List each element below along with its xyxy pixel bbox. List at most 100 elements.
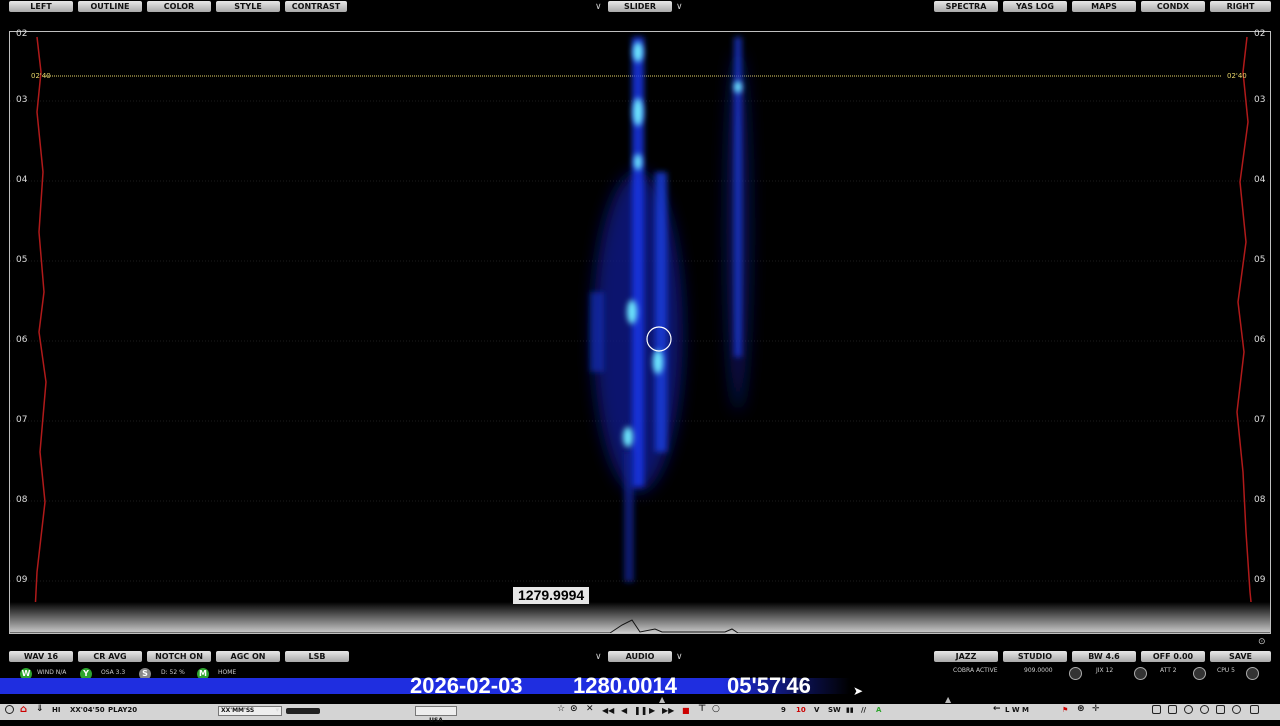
camera-icon[interactable] — [1200, 705, 1209, 714]
condx-button[interactable]: CONDX — [1141, 1, 1205, 12]
offset-button[interactable]: OFF 0.00 — [1141, 651, 1205, 662]
pointer-up-icon: ▲ — [945, 695, 952, 704]
wav-button[interactable]: WAV 16 — [9, 651, 73, 662]
readout-time: 05'57'46 — [727, 673, 811, 698]
lsb-button[interactable]: LSB — [285, 651, 349, 662]
audio-button[interactable]: AUDIO — [608, 651, 672, 662]
att-star-icon[interactable] — [1193, 667, 1206, 680]
fast-forward-icon[interactable]: ▶▶ — [662, 706, 674, 715]
slider-track[interactable] — [286, 708, 320, 714]
hi-label[interactable]: HI — [52, 706, 60, 714]
marker-label-left: 02'40 — [31, 72, 51, 80]
time-label-02-right: 02 — [1254, 29, 1266, 39]
cobra-knob-icon[interactable] — [1069, 667, 1082, 680]
time-label-03-right: 03 — [1254, 95, 1266, 105]
outline-button[interactable]: OUTLINE — [78, 1, 142, 12]
mail-icon[interactable] — [1152, 705, 1161, 714]
mode-v-icon[interactable]: V — [814, 706, 819, 714]
time-label-05: 05 — [16, 255, 28, 265]
corner-settings-icon[interactable]: ⊙ — [1258, 637, 1266, 647]
yas-log-button[interactable]: YAS LOG — [1003, 1, 1067, 12]
crosshair-icon[interactable]: ✛ — [1092, 704, 1100, 714]
jazz-button[interactable]: JAZZ — [934, 651, 998, 662]
marker-label-right: 02'40 — [1227, 72, 1247, 80]
window-icon[interactable] — [1168, 705, 1177, 714]
mode-9-icon[interactable]: 9 — [781, 706, 786, 714]
download-icon[interactable]: ⇓ — [36, 704, 44, 714]
m-status-text: HOME — [218, 669, 237, 676]
time-label-07: 07 — [16, 415, 28, 425]
studio-button[interactable]: STUDIO — [1003, 651, 1067, 662]
clock-readout: XX'04'50 — [70, 706, 105, 714]
waterfall-display[interactable] — [9, 31, 1271, 634]
play-icon[interactable]: ▶ — [649, 706, 655, 715]
slider-chevron-right-icon[interactable]: ∨ — [676, 2, 683, 12]
mode-10-icon[interactable]: 10 — [796, 706, 806, 714]
slider-chevron-left-icon[interactable]: ∨ — [595, 2, 602, 12]
color-button[interactable]: COLOR — [147, 1, 211, 12]
pause-icon[interactable]: ❚❚ — [634, 706, 647, 715]
audio-chevron-left-icon[interactable]: ∨ — [595, 652, 602, 662]
home-icon[interactable]: ⌂ — [20, 704, 27, 715]
mode-sw-icon[interactable]: SW — [828, 706, 841, 714]
frequency-tag: 1279.9994 — [513, 587, 590, 604]
time-label-08-right: 08 — [1254, 495, 1266, 505]
time-label-09: 09 — [16, 575, 28, 585]
time-label-06-right: 06 — [1254, 335, 1266, 345]
time-label-03: 03 — [16, 95, 28, 105]
flag-icon[interactable]: ⚑ — [1062, 706, 1068, 714]
antenna-icon[interactable]: ⊤ — [698, 704, 706, 714]
jix-knob-icon[interactable] — [1134, 667, 1147, 680]
stop-icon[interactable]: ■ — [682, 706, 690, 715]
contrast-button[interactable]: CONTRAST — [285, 1, 347, 12]
star-icon[interactable]: ☆ — [557, 704, 565, 714]
left-button[interactable]: LEFT — [9, 1, 73, 12]
mode-a-icon[interactable]: A — [876, 706, 881, 714]
notch-button[interactable]: NOTCH ON — [147, 651, 211, 662]
folder-icon[interactable] — [1216, 705, 1225, 714]
back-arrow-icon[interactable]: ← — [993, 704, 1001, 714]
prev-icon[interactable]: ◀ — [621, 706, 627, 715]
w-status-text: WIND N/A — [37, 669, 67, 676]
spectra-button[interactable]: SPECTRA — [934, 1, 998, 12]
country-box[interactable]: USA — [415, 706, 457, 724]
time-label-07-right: 07 — [1254, 415, 1266, 425]
style-button[interactable]: STYLE — [216, 1, 280, 12]
att-status: ATT 2 — [1160, 667, 1177, 674]
cpu-knob-icon[interactable] — [1246, 667, 1259, 680]
waterfall-graphic — [10, 36, 1270, 633]
pointer-center-icon: ▲ — [659, 695, 666, 704]
time-label-02: 02 — [16, 29, 28, 39]
play-label[interactable]: PLAY20 — [108, 706, 137, 714]
cobra-value: 909.0000 — [1024, 667, 1053, 674]
right-button[interactable]: RIGHT — [1210, 1, 1271, 12]
chevron-down-icon: ▾ — [275, 706, 279, 714]
time-label-05-right: 05 — [1254, 255, 1266, 265]
format-select-value: XX'MM'SS — [221, 707, 255, 714]
rewind-icon[interactable]: ◀◀ — [602, 706, 614, 715]
record-icon[interactable]: ⊙ — [570, 704, 578, 714]
y-status-text: OSA 3.3 — [101, 669, 126, 676]
cobra-status: COBRA ACTIVE — [953, 667, 998, 674]
mode-slash-icon[interactable]: // — [861, 706, 866, 714]
close-icon[interactable] — [1250, 705, 1259, 714]
bandwidth-button[interactable]: BW 4.6 — [1072, 651, 1136, 662]
globe-icon[interactable] — [5, 705, 14, 714]
grid-icon[interactable] — [1184, 705, 1193, 714]
maps-button[interactable]: MAPS — [1072, 1, 1136, 12]
cr-avg-button[interactable]: CR AVG — [78, 651, 142, 662]
slider-button[interactable]: SLIDER — [608, 1, 672, 12]
lwm-label[interactable]: L W M — [1005, 706, 1029, 714]
country-label: USA — [429, 717, 443, 724]
mouse-cursor-icon: ➤ — [853, 684, 864, 698]
format-select[interactable]: XX'MM'SS ▾ — [218, 706, 282, 716]
audio-chevron-right-icon[interactable]: ∨ — [676, 652, 683, 662]
shuffle-icon[interactable]: ✕ — [586, 704, 594, 714]
loop-icon[interactable]: ○ — [712, 704, 720, 714]
mode-bars-icon[interactable]: ▮▮ — [846, 706, 854, 714]
gear-icon[interactable] — [1232, 705, 1241, 714]
settings-icon[interactable]: ⊛ — [1077, 704, 1085, 714]
agc-button[interactable]: AGC ON — [216, 651, 280, 662]
save-button[interactable]: SAVE — [1210, 651, 1271, 662]
time-label-09-right: 09 — [1254, 575, 1266, 585]
